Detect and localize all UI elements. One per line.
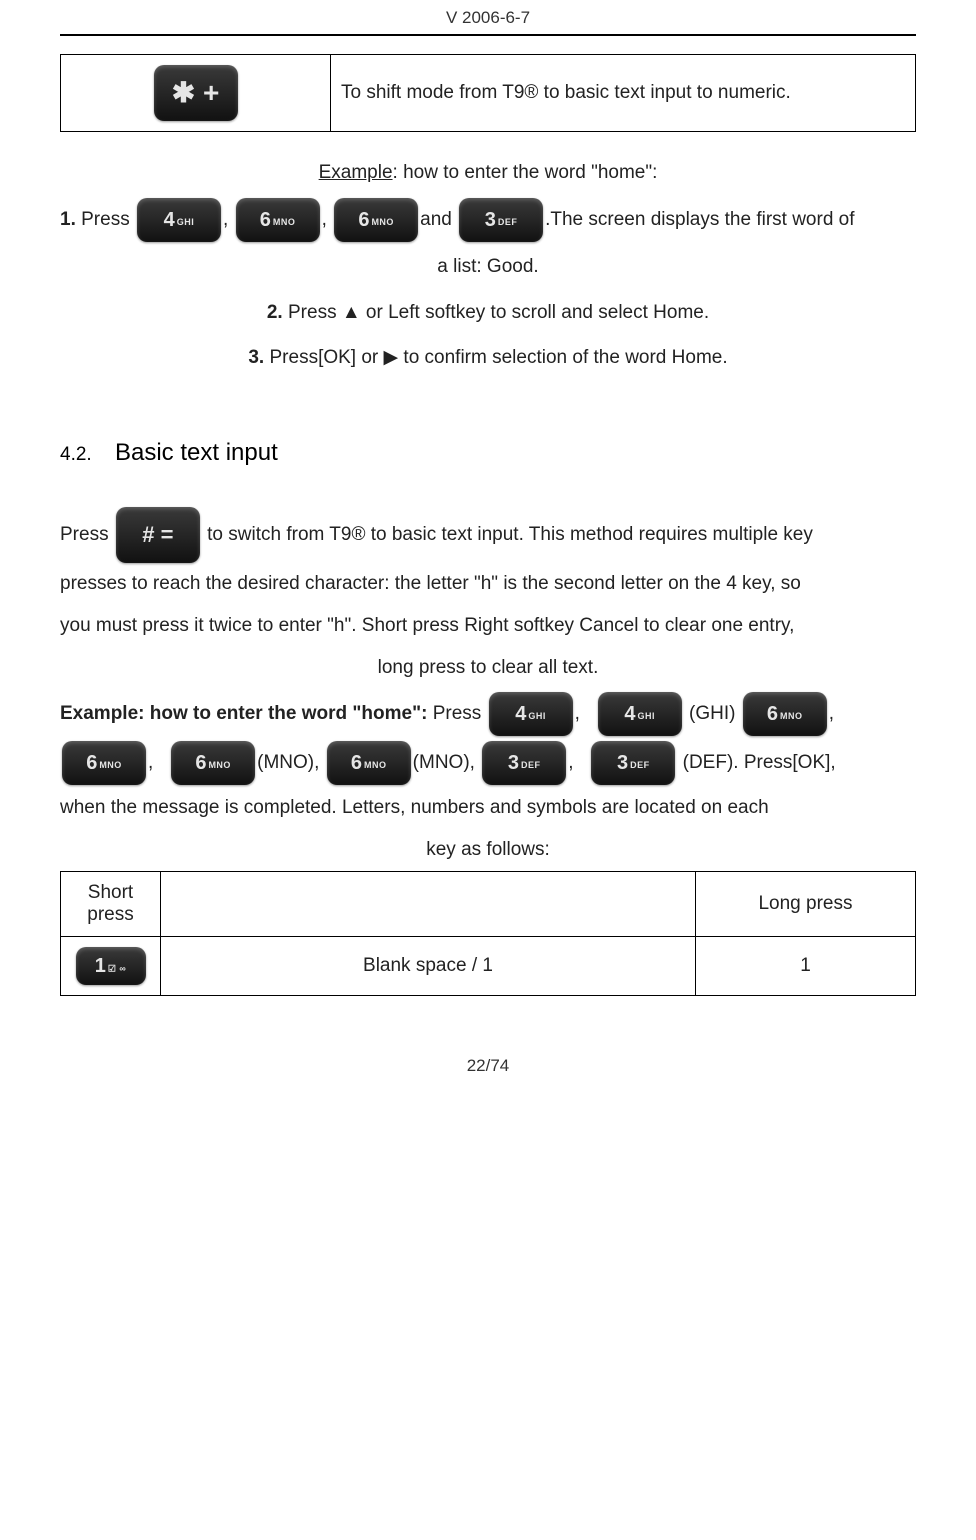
step1-line2: a list: Good. xyxy=(60,246,916,288)
para42-rest-a: to switch from T9® to basic text input. … xyxy=(207,524,813,545)
th-long-press: Long press xyxy=(696,871,916,936)
ex2-key6-a: 6 xyxy=(767,703,778,725)
ex2-mno1: (MNO), xyxy=(257,752,325,773)
section-4-2-para: Press # = to switch from T9® to basic te… xyxy=(60,507,916,563)
th-short-press: Short press xyxy=(61,871,161,936)
ex2-key6-c: 6 xyxy=(195,752,206,774)
key-4-ghi-icon: 4GHI xyxy=(137,198,221,242)
para42-line3: you must press it twice to enter "h". Sh… xyxy=(60,605,916,647)
key-1-sub: ☑ ∞ xyxy=(108,963,127,973)
key-6-mno-icon: 6MNO xyxy=(236,198,320,242)
ex2-key-6-d-icon: 6MNO xyxy=(327,741,411,785)
key-4-digit: 4 xyxy=(164,209,175,231)
key-6-sub-2: MNO xyxy=(371,217,394,227)
ex2-key-6-b-icon: 6MNO xyxy=(62,741,146,785)
example1-step1: 1. Press 4GHI , 6MNO , 6MNO and 3DEF .Th… xyxy=(60,198,916,242)
section-4-2-heading: 4.2. Basic text input xyxy=(60,439,916,467)
key-6-sub: MNO xyxy=(273,217,296,227)
ex2-tail1: when the message is completed. Letters, … xyxy=(60,787,916,829)
key-1-digit: 1 xyxy=(95,955,106,977)
key-3-def-icon: 3DEF xyxy=(459,198,543,242)
step3-text: Press[OK] or ▶ to confirm selection of t… xyxy=(264,347,727,368)
ex2-key-4-b-icon: 4GHI xyxy=(598,692,682,736)
doc-version: V 2006-6-7 xyxy=(60,0,916,34)
ex2-def: (DEF). Press[OK], xyxy=(677,752,835,773)
section-num: 4.2. xyxy=(60,444,92,465)
ex2-key6-d-sub: MNO xyxy=(364,760,387,770)
para42-line4: long press to clear all text. xyxy=(60,647,916,689)
key-6-digit-2: 6 xyxy=(358,209,369,231)
step1-c: , xyxy=(322,209,327,230)
section-title: Basic text input xyxy=(115,439,278,466)
ex2-key-3-a-icon: 3DEF xyxy=(482,741,566,785)
ex2-key3-b-sub: DEF xyxy=(630,760,650,770)
ex2-key4-b-sub: GHI xyxy=(638,711,656,721)
key-3-sub: DEF xyxy=(498,217,518,227)
example1-after: : how to enter the word "home": xyxy=(393,162,658,183)
key-3-digit: 3 xyxy=(485,209,496,231)
key-4-sub: GHI xyxy=(177,217,195,227)
example2-label: Example: how to enter the word "home": xyxy=(60,703,427,724)
ex2-key-3-b-icon: 3DEF xyxy=(591,741,675,785)
ex2-key4-a: 4 xyxy=(515,703,526,725)
example1-step2: 2. Press ▲ or Left softkey to scroll and… xyxy=(60,292,916,334)
key-press-table: Short press Long press 1☑ ∞ Blank space … xyxy=(60,871,916,996)
step3-num: 3. xyxy=(248,347,264,368)
ex2-key-4-a-icon: 4GHI xyxy=(489,692,573,736)
ex2-key-6-c-icon: 6MNO xyxy=(171,741,255,785)
example1-block: Example: how to enter the word "home": 1… xyxy=(60,152,916,379)
ex2-key3-a-sub: DEF xyxy=(521,760,541,770)
row1-mid: Blank space / 1 xyxy=(161,936,696,995)
ex2-key4-b: 4 xyxy=(624,703,635,725)
page-number: 22/74 xyxy=(60,1056,916,1096)
step1-e: .The screen displays the first word of xyxy=(545,209,854,230)
star-key-cell: ✱ + xyxy=(61,55,331,132)
ex2-key-6-a-icon: 6MNO xyxy=(743,692,827,736)
press-label: Press xyxy=(60,524,109,545)
key-6-mno-icon-2: 6MNO xyxy=(334,198,418,242)
ex2-key3-a: 3 xyxy=(508,752,519,774)
header-rule xyxy=(60,34,916,36)
ex2-key6-a-sub: MNO xyxy=(780,711,803,721)
ex2-mno2: (MNO), xyxy=(413,752,481,773)
ex2-key3-b: 3 xyxy=(617,752,628,774)
ex2-key6-c-sub: MNO xyxy=(208,760,231,770)
row1-long: 1 xyxy=(696,936,916,995)
star-plus-key-icon: ✱ + xyxy=(154,65,238,121)
ex2-key4-a-sub: GHI xyxy=(528,711,546,721)
ex2-key6-d: 6 xyxy=(351,752,362,774)
ex2-tail2: key as follows: xyxy=(60,829,916,871)
key-6-digit: 6 xyxy=(260,209,271,231)
row1-key-cell: 1☑ ∞ xyxy=(61,936,161,995)
ex2-ghi: (GHI) xyxy=(684,703,741,724)
ex2-key6-b: 6 xyxy=(86,752,97,774)
hash-equals-key-icon: # = xyxy=(116,507,200,563)
step1-a: Press xyxy=(76,209,130,230)
example2-press: Press xyxy=(427,703,481,724)
para42-line2: presses to reach the desired character: … xyxy=(60,563,916,605)
step1-b: , xyxy=(223,209,228,230)
step2-num: 2. xyxy=(267,302,283,323)
example2-block: Example: how to enter the word "home": P… xyxy=(60,689,916,788)
step1-num: 1. xyxy=(60,209,76,230)
th-mid-blank xyxy=(161,871,696,936)
star-key-desc: To shift mode from T9® to basic text inp… xyxy=(331,55,916,132)
example1-label: Example xyxy=(319,162,393,183)
shift-mode-table: ✱ + To shift mode from T9® to basic text… xyxy=(60,54,916,132)
ex2-key6-b-sub: MNO xyxy=(99,760,122,770)
step1-d: and xyxy=(420,209,457,230)
key-1-icon: 1☑ ∞ xyxy=(76,947,146,985)
step2-text: Press ▲ or Left softkey to scroll and se… xyxy=(283,302,709,323)
example1-step3: 3. Press[OK] or ▶ to confirm selection o… xyxy=(60,337,916,379)
